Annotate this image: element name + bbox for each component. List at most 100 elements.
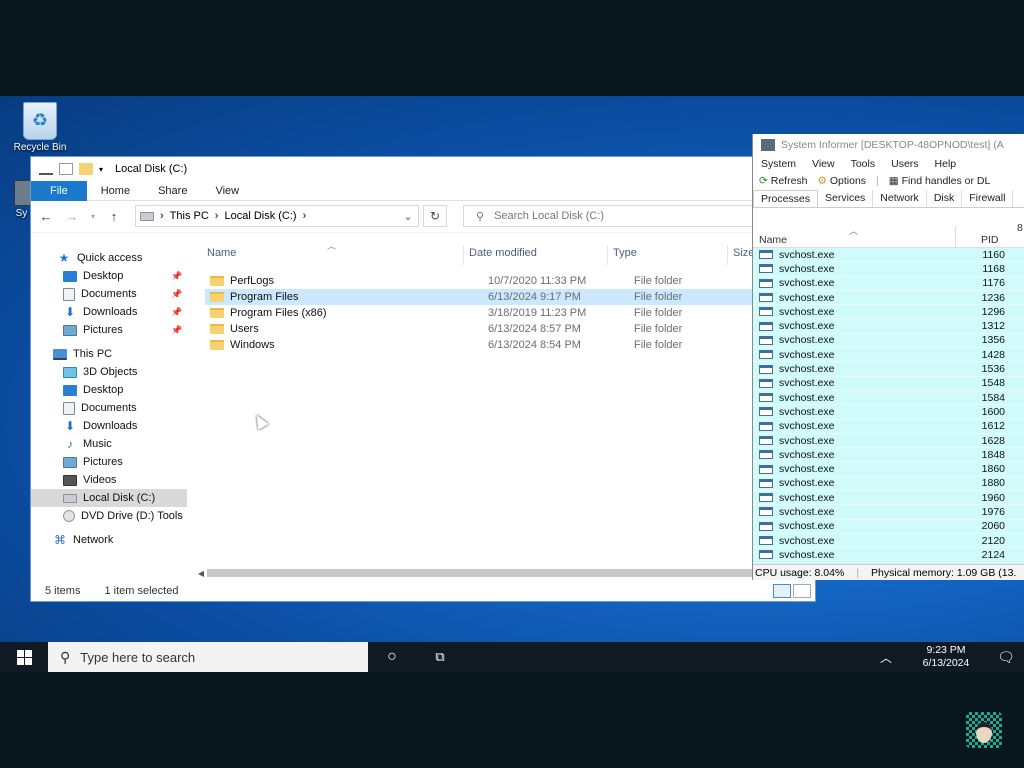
tab-file[interactable]: File — [31, 180, 87, 201]
menu-users[interactable]: Users — [891, 158, 918, 170]
process-row[interactable]: svchost.exe 2120 — [753, 533, 1024, 549]
process-row[interactable]: svchost.exe 1356 — [753, 333, 1024, 349]
process-row[interactable]: svchost.exe 1960 — [753, 491, 1024, 506]
nav-quick-access[interactable]: ★ Quick access — [57, 249, 143, 267]
nav-music[interactable]: ♪ Music — [63, 435, 112, 453]
process-row[interactable]: svchost.exe 1176 — [753, 276, 1024, 291]
forward-arrow-icon[interactable]: → — [63, 209, 81, 224]
column-name[interactable]: Name — [207, 247, 236, 263]
nav-network[interactable]: ⌘ Network — [53, 531, 113, 549]
nav-qa-documents[interactable]: Documents — [63, 285, 137, 303]
scroll-left-icon[interactable]: ◀ — [195, 569, 207, 578]
menu-system[interactable]: System — [761, 158, 796, 170]
nav-local-disk[interactable]: Local Disk (C:) — [31, 489, 187, 507]
up-arrow-icon[interactable]: ↑ — [105, 209, 123, 224]
notification-icon[interactable]: 🗨 — [988, 649, 1024, 666]
tab-services[interactable]: Services — [818, 190, 874, 207]
process-row[interactable]: svchost.exe 1428 — [753, 348, 1024, 363]
process-row[interactable]: svchost.exe 1612 — [753, 419, 1024, 434]
process-row[interactable]: svchost.exe 1976 — [753, 505, 1024, 520]
checkmark-icon[interactable] — [59, 163, 73, 175]
nav-this-pc[interactable]: This PC — [53, 345, 112, 363]
recent-chevron-icon[interactable]: ▾ — [89, 212, 97, 221]
tab-firewall[interactable]: Firewall — [962, 190, 1014, 207]
file-row[interactable]: Program Files (x86) 3/18/2019 11:23 PM F… — [205, 305, 817, 321]
process-row[interactable]: svchost.exe 1548 — [753, 376, 1024, 391]
menu-help[interactable]: Help — [935, 158, 957, 170]
taskbar-search-input[interactable]: Type here to search — [80, 650, 195, 665]
menu-view[interactable]: View — [812, 158, 835, 170]
nav-documents[interactable]: Documents — [63, 399, 137, 417]
properties-icon[interactable] — [39, 163, 53, 175]
column-separator[interactable] — [463, 245, 464, 265]
tab-processes[interactable]: Processes — [753, 190, 819, 207]
file-row[interactable]: PerfLogs 10/7/2020 11:33 PM File folder — [205, 273, 817, 289]
start-button[interactable] — [0, 642, 48, 672]
large-icons-view-icon[interactable] — [793, 584, 811, 598]
column-separator[interactable] — [727, 245, 728, 265]
nav-qa-desktop[interactable]: Desktop — [63, 267, 123, 285]
back-arrow-icon[interactable]: ← — [37, 209, 55, 224]
process-row[interactable]: svchost.exe 1296 — [753, 305, 1024, 320]
nav-desktop[interactable]: Desktop — [63, 381, 123, 399]
process-row[interactable]: svchost.exe 1584 — [753, 390, 1024, 406]
task-view-icon[interactable]: ⧉ — [416, 649, 464, 665]
tab-network[interactable]: Network — [873, 190, 927, 207]
column-date[interactable]: Date modified — [469, 247, 537, 263]
breadcrumb-this-pc[interactable]: This PC — [170, 210, 209, 222]
nav-dvd-drive[interactable]: DVD Drive (D:) Tools — [63, 507, 183, 525]
process-row[interactable]: svchost.exe 2060 — [753, 519, 1024, 534]
column-separator[interactable] — [955, 226, 956, 248]
cortana-icon[interactable]: ○ — [368, 648, 416, 666]
tab-home[interactable]: Home — [87, 181, 144, 201]
tab-view[interactable]: View — [201, 181, 253, 201]
process-row[interactable]: svchost.exe 1848 — [753, 448, 1024, 463]
nav-videos[interactable]: Videos — [63, 471, 116, 489]
process-row[interactable]: svchost.exe 1600 — [753, 405, 1024, 420]
nav-qa-pictures[interactable]: Pictures — [63, 321, 123, 339]
scrollbar-thumb[interactable] — [207, 569, 755, 577]
nav-3d-objects[interactable]: 3D Objects — [63, 363, 137, 381]
process-row[interactable]: svchost.exe 1628 — [753, 433, 1024, 449]
file-row[interactable]: Users 6/13/2024 8:57 PM File folder — [205, 321, 817, 337]
process-list[interactable]: svchost.exe 1160 svchost.exe 1168 svchost.ex… — [753, 248, 1024, 564]
process-row[interactable]: svchost.exe 2124 — [753, 548, 1024, 563]
address-dropdown-icon[interactable]: ⌄ — [398, 210, 418, 223]
file-row[interactable]: Windows 6/13/2024 8:54 PM File folder — [205, 337, 817, 353]
column-name[interactable]: Name — [759, 234, 787, 246]
taskbar-search-box[interactable]: ⚲ Type here to search — [48, 642, 368, 672]
new-folder-icon[interactable] — [79, 163, 93, 175]
tab-disk[interactable]: Disk — [927, 190, 963, 207]
chevron-up-icon[interactable]: ︿ — [868, 649, 904, 666]
find-handles-button[interactable]: ▦ Find handles or DL — [889, 175, 991, 187]
recycle-bin-shortcut[interactable]: Recycle Bin — [4, 102, 76, 153]
column-pid[interactable]: PID — [981, 234, 999, 246]
refresh-button[interactable]: ↻ — [423, 205, 447, 227]
process-row[interactable]: svchost.exe 1880 — [753, 476, 1024, 492]
details-view-icon[interactable] — [773, 584, 791, 598]
qa-dropdown-icon[interactable]: ▾ — [99, 165, 103, 174]
address-bar[interactable]: › This PC › Local Disk (C:) › ⌄ — [135, 205, 419, 227]
process-row[interactable]: svchost.exe 1160 — [753, 248, 1024, 263]
process-row[interactable]: svchost.exe 1312 — [753, 319, 1024, 334]
column-extra[interactable]: 8 — [1017, 222, 1023, 234]
process-row[interactable]: svchost.exe 1860 — [753, 462, 1024, 477]
column-separator[interactable] — [607, 245, 608, 265]
clock[interactable]: 9:23 PM 6/13/2024 — [904, 644, 988, 670]
horizontal-scrollbar[interactable]: ◀ — [195, 567, 755, 579]
column-type[interactable]: Type — [613, 247, 637, 263]
process-row[interactable]: svchost.exe 1168 — [753, 262, 1024, 277]
options-tool-button[interactable]: ⚙ Options — [818, 175, 867, 187]
nav-pictures[interactable]: Pictures — [63, 453, 123, 471]
nav-downloads[interactable]: ⬇ Downloads — [63, 417, 137, 435]
process-row[interactable]: svchost.exe 1536 — [753, 362, 1024, 377]
menu-tools[interactable]: Tools — [851, 158, 876, 170]
refresh-tool-button[interactable]: ⟳ Refresh — [759, 175, 808, 187]
search-box[interactable]: ⚲ Search Local Disk (C:) — [463, 205, 763, 227]
process-row[interactable]: svchost.exe 1236 — [753, 290, 1024, 306]
breadcrumb-local-disk[interactable]: Local Disk (C:) — [224, 210, 296, 222]
nav-qa-downloads[interactable]: ⬇ Downloads — [63, 303, 137, 321]
file-row-selected[interactable]: Program Files 6/13/2024 9:17 PM File fol… — [205, 289, 817, 305]
search-input[interactable]: Search Local Disk (C:) — [494, 210, 604, 222]
tab-share[interactable]: Share — [144, 181, 201, 201]
